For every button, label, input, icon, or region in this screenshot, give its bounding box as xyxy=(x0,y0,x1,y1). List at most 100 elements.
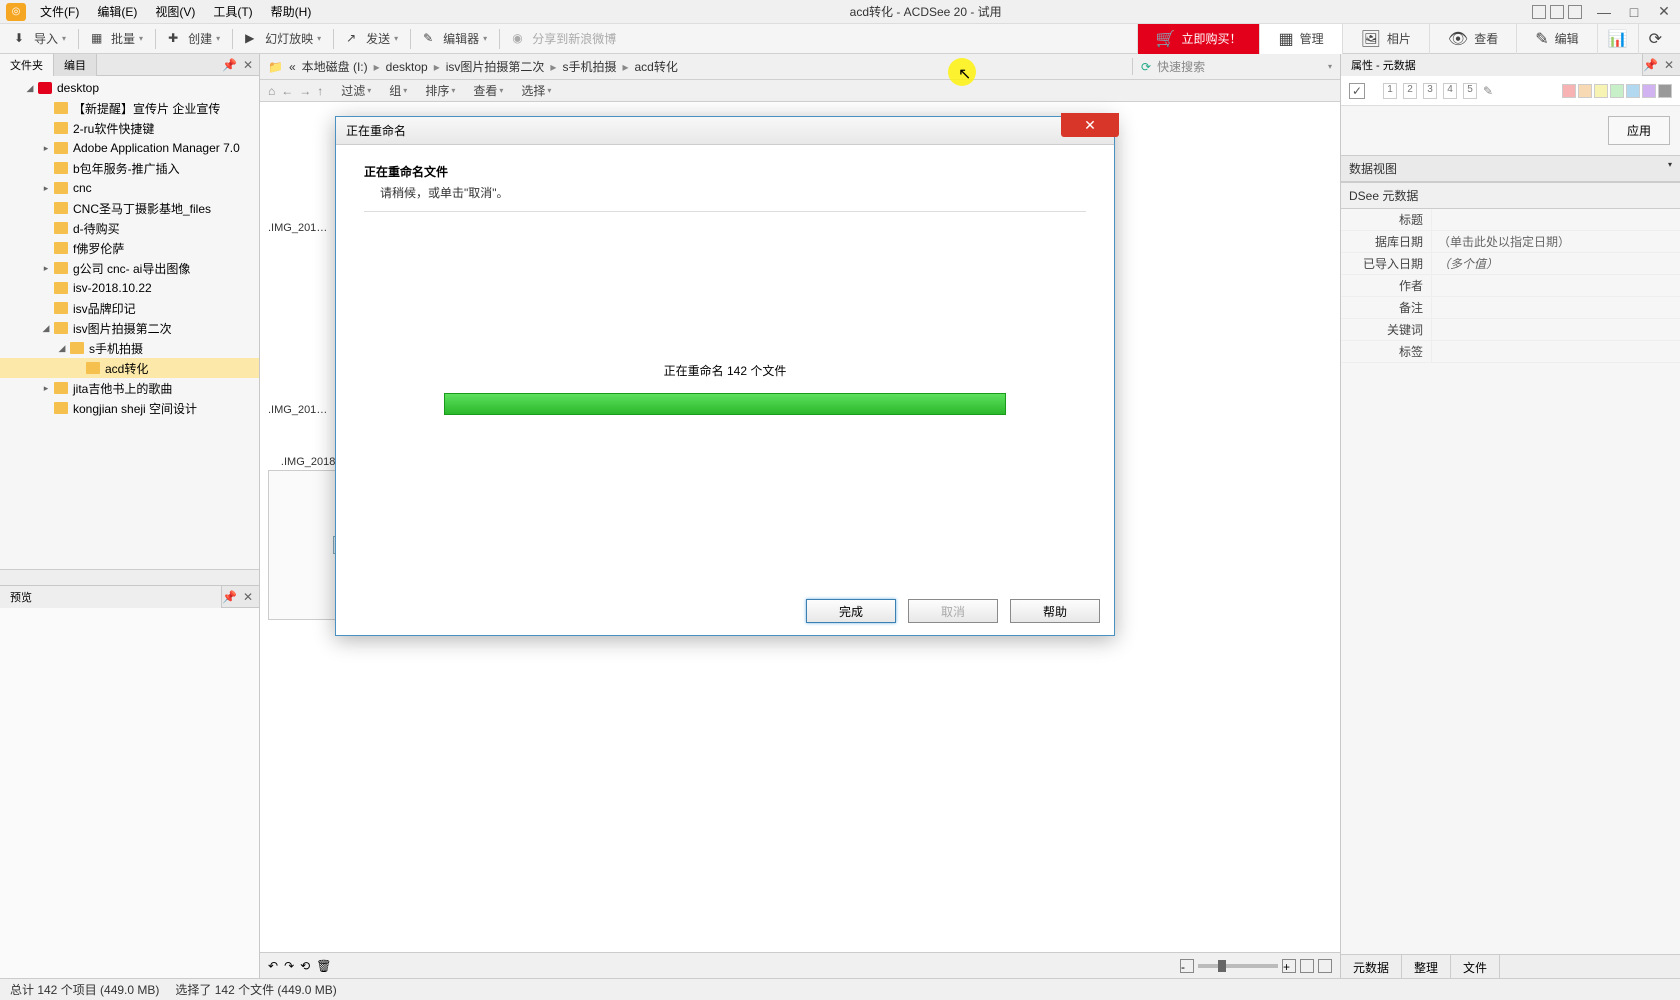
breadcrumb-back[interactable]: « xyxy=(289,60,296,74)
thumbnail-item[interactable]: .IMG_2018… xyxy=(268,220,328,236)
tree-item[interactable]: ◢isv图片拍摄第二次 xyxy=(0,318,259,338)
meta-keywords[interactable]: 关键词 xyxy=(1341,319,1680,341)
tab-chart[interactable]: 📊 xyxy=(1597,24,1638,54)
zoom-in-icon[interactable]: + xyxy=(1282,959,1296,973)
color-swatch[interactable] xyxy=(1610,84,1624,98)
breadcrumb-item[interactable]: 本地磁盘 (I:) xyxy=(302,58,368,75)
breadcrumb-current[interactable]: acd转化 xyxy=(634,58,677,75)
menu-edit[interactable]: 编辑(E) xyxy=(89,0,145,23)
menu-tools[interactable]: 工具(T) xyxy=(205,0,260,23)
color-swatch[interactable] xyxy=(1562,84,1576,98)
tree-item[interactable]: ▸g公司 cnc- ai导出图像 xyxy=(0,258,259,278)
tab-manage[interactable]: ▦管理 xyxy=(1259,24,1341,54)
tree-item[interactable]: ◢s手机拍摄 xyxy=(0,338,259,358)
close-panel-icon[interactable]: ✕ xyxy=(1664,58,1674,72)
tab-edit[interactable]: ✎编辑 xyxy=(1516,24,1596,54)
view-button[interactable]: 查看▾ xyxy=(473,82,503,99)
tree-item[interactable]: b包年服务-推广插入 xyxy=(0,158,259,178)
tab-metadata[interactable]: 元数据 xyxy=(1341,955,1402,978)
tab-photo[interactable]: 🖼相片 xyxy=(1342,24,1429,54)
tab-organize[interactable]: 整理 xyxy=(1402,955,1451,978)
layout-icon-1[interactable] xyxy=(1532,5,1546,19)
menu-help[interactable]: 帮助(H) xyxy=(263,0,320,23)
zoom-slider[interactable] xyxy=(1198,964,1278,968)
tree-item[interactable]: ▸Adobe Application Manager 7.0 xyxy=(0,138,259,158)
color-swatch[interactable] xyxy=(1578,84,1592,98)
folder-tree[interactable]: ◢desktop【新提醒】宣传片 企业宣传2-ru软件快捷键▸Adobe App… xyxy=(0,76,259,569)
send-button[interactable]: ↗发送▾ xyxy=(340,27,404,50)
rating-3[interactable]: 3 xyxy=(1423,83,1437,99)
color-swatch[interactable] xyxy=(1626,84,1640,98)
breadcrumb-item[interactable]: desktop xyxy=(386,60,428,74)
tree-item[interactable]: ▸cnc xyxy=(0,178,259,198)
weibo-button[interactable]: ◉分享到新浪微博 xyxy=(506,27,622,50)
pin-icon[interactable]: 📌 xyxy=(222,58,237,72)
refresh-icon[interactable]: ⟳ xyxy=(1141,60,1151,74)
tree-item[interactable]: 【新提醒】宣传片 企业宣传 xyxy=(0,98,259,118)
chevron-down-icon[interactable]: ▾ xyxy=(1328,62,1332,71)
rotate-right-icon[interactable]: ↷ xyxy=(284,959,294,973)
delete-icon[interactable]: 🗑 xyxy=(316,959,331,973)
quick-search[interactable]: ⟳ 快速搜索 ▾ xyxy=(1132,58,1332,75)
close-icon[interactable]: ✕ xyxy=(1656,3,1672,20)
tab-folders[interactable]: 文件夹 xyxy=(0,54,54,76)
tree-item[interactable]: isv品牌印记 xyxy=(0,298,259,318)
maximize-icon[interactable]: □ xyxy=(1626,4,1642,20)
create-button[interactable]: ✚创建▾ xyxy=(162,27,226,50)
select-button[interactable]: 选择▾ xyxy=(521,82,551,99)
rating-5[interactable]: 5 xyxy=(1463,83,1477,99)
thumbnail-item[interactable]: .IMG_2018… xyxy=(268,402,328,418)
tree-item[interactable]: ▸jita吉他书上的歌曲 xyxy=(0,378,259,398)
rotate-left-icon[interactable]: ↶ xyxy=(268,959,278,973)
tree-item[interactable]: d-待购买 xyxy=(0,218,259,238)
pin-icon[interactable]: 📌 xyxy=(1643,58,1658,72)
up-icon[interactable]: ↑ xyxy=(317,84,323,98)
menu-view[interactable]: 视图(V) xyxy=(147,0,203,23)
tree-item[interactable]: f佛罗伦萨 xyxy=(0,238,259,258)
color-swatch[interactable] xyxy=(1642,84,1656,98)
tab-catalog[interactable]: 编目 xyxy=(54,54,97,76)
layout-icon-2[interactable] xyxy=(1550,5,1564,19)
breadcrumb-item[interactable]: isv图片拍摄第二次 xyxy=(446,58,545,75)
apply-button[interactable]: 应用 xyxy=(1608,116,1670,145)
close-panel-icon[interactable]: ✕ xyxy=(243,590,253,604)
folder-icon[interactable]: 📁 xyxy=(268,60,283,74)
zoom-out-icon[interactable]: - xyxy=(1180,959,1194,973)
tree-item[interactable]: CNC圣马丁摄影基地_files xyxy=(0,198,259,218)
meta-title[interactable]: 标题 xyxy=(1341,209,1680,231)
forward-icon[interactable]: → xyxy=(299,84,311,98)
dialog-close-button[interactable]: ✕ xyxy=(1061,113,1119,137)
minimize-icon[interactable]: — xyxy=(1596,4,1612,20)
undo-icon[interactable]: ⟲ xyxy=(300,959,310,973)
buy-now-button[interactable]: 🛒立即购买！ xyxy=(1137,24,1260,54)
breadcrumb-item[interactable]: s手机拍摄 xyxy=(562,58,616,75)
tab-sync[interactable]: ⟳ xyxy=(1638,24,1672,54)
color-swatch[interactable] xyxy=(1594,84,1608,98)
import-button[interactable]: ⬇导入▾ xyxy=(8,27,72,50)
meta-tags[interactable]: 标签 xyxy=(1341,341,1680,363)
slideshow-button[interactable]: ▶幻灯放映▾ xyxy=(239,27,327,50)
pin-icon[interactable]: 📌 xyxy=(222,590,237,604)
meta-notes[interactable]: 备注 xyxy=(1341,297,1680,319)
tab-file[interactable]: 文件 xyxy=(1451,955,1500,978)
view-mode-1-icon[interactable] xyxy=(1300,959,1314,973)
checkbox[interactable]: ✓ xyxy=(1349,83,1365,99)
sort-button[interactable]: 排序▾ xyxy=(425,82,455,99)
cancel-button[interactable]: 取消 xyxy=(908,599,998,623)
help-button[interactable]: 帮助 xyxy=(1010,599,1100,623)
metadata-view-title[interactable]: 数据视图▾ xyxy=(1341,155,1680,182)
tree-item[interactable]: acd转化 xyxy=(0,358,259,378)
batch-button[interactable]: ▦批量▾ xyxy=(85,27,149,50)
filter-button[interactable]: 过滤▾ xyxy=(341,82,371,99)
tree-item[interactable]: 2-ru软件快捷键 xyxy=(0,118,259,138)
tab-view[interactable]: 👁查看 xyxy=(1429,24,1516,54)
meta-author[interactable]: 作者 xyxy=(1341,275,1680,297)
color-swatch[interactable] xyxy=(1658,84,1672,98)
done-button[interactable]: 完成 xyxy=(806,599,896,623)
meta-import-date[interactable]: 已导入日期（多个值） xyxy=(1341,253,1680,275)
tree-item[interactable]: isv-2018.10.22 xyxy=(0,278,259,298)
tree-item[interactable]: kongjian sheji 空间设计 xyxy=(0,398,259,418)
view-mode-2-icon[interactable] xyxy=(1318,959,1332,973)
rating-2[interactable]: 2 xyxy=(1403,83,1417,99)
close-panel-icon[interactable]: ✕ xyxy=(243,58,253,72)
